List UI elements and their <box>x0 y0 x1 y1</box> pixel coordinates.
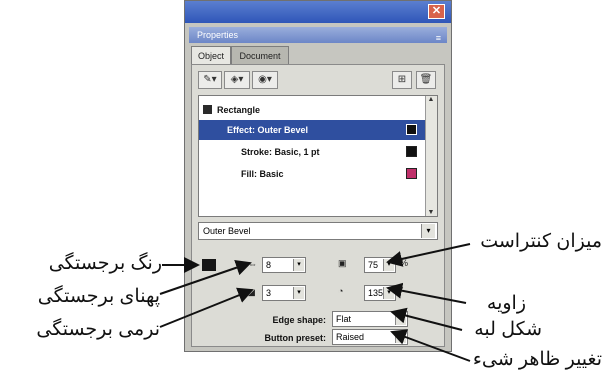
arrow-edge-shape <box>390 307 463 331</box>
annotation-bevel-softness: نرمی برجستگی <box>36 319 160 340</box>
callout-arrows <box>159 243 471 362</box>
annotation-bevel-color: رنگ برجستگی <box>48 253 162 274</box>
arrow-angle <box>386 282 467 304</box>
annotation-appearance: تغییر ظاهر شیء <box>472 349 602 370</box>
annotation-bevel-width: پهنای برجستگی <box>37 286 160 307</box>
arrow-appearance <box>390 329 471 362</box>
arrow-bevel-softness <box>159 287 254 328</box>
annotation-angle: زاویه <box>486 293 526 314</box>
annotation-contrast: میزان کنتراست <box>480 231 602 252</box>
annotation-edge-shape: شکل لبه <box>474 319 542 340</box>
arrow-contrast <box>386 243 471 267</box>
arrow-bevel-width <box>159 259 252 295</box>
